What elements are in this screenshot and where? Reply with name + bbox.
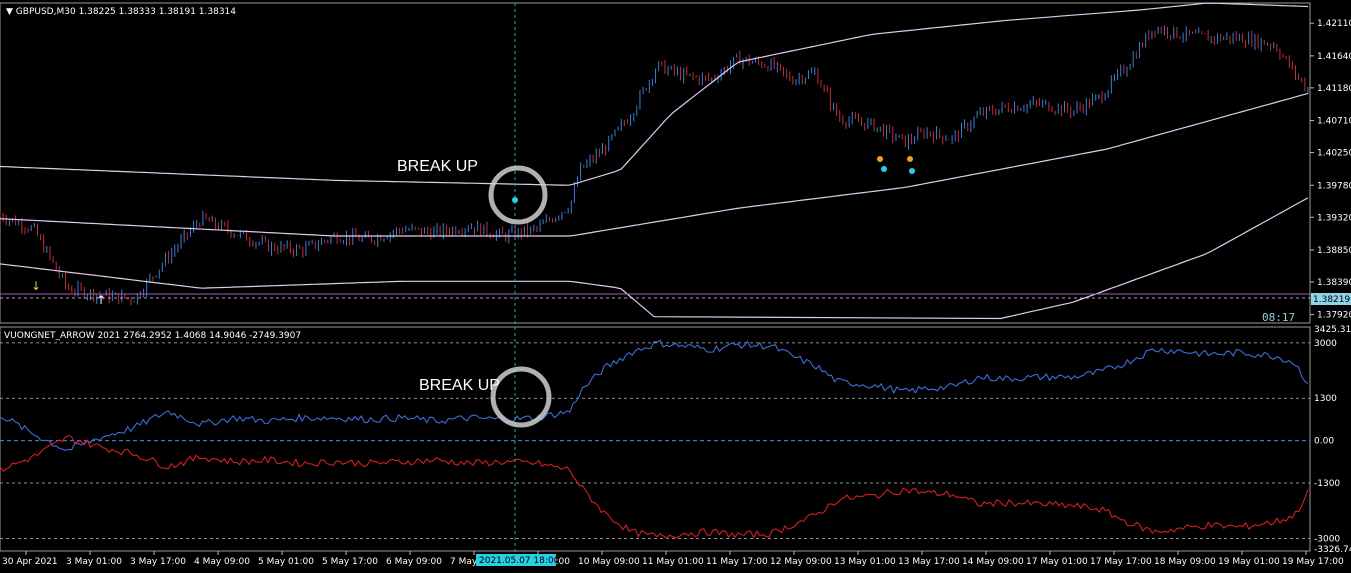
break-circle-indicator: [490, 366, 552, 428]
signal-dot-orange: [907, 156, 913, 162]
time-tick-label: 30 Apr 2021: [2, 557, 58, 567]
price-tick-label: 1.40250: [1317, 149, 1351, 159]
down-arrow-icon: ↓: [31, 279, 41, 293]
price-axis: 1.42110 1.41640 1.41180 1.40710 1.40250 1.397…: [1310, 19, 1351, 321]
time-tick-label: 3 May 01:00: [66, 557, 122, 567]
price-tick-label: 1.38850: [1317, 246, 1351, 256]
time-tick-label: 13 May 17:00: [898, 557, 960, 567]
indicator-tick-label: -1300: [1314, 479, 1340, 489]
collapse-triangle-icon: ▼: [6, 7, 16, 17]
price-tick-label: 1.38390: [1317, 278, 1351, 288]
time-tick-label: 13 May 01:00: [834, 557, 896, 567]
indicator-panel-frame: [0, 326, 1311, 552]
chart-symbol-header: ▼ GBPUSD,M30 1.38225 1.38333 1.38191 1.3…: [6, 7, 236, 17]
ohlc-values: 1.38225 1.38333 1.38191 1.38314: [79, 7, 237, 17]
time-tick-label: 14 May 09:00: [962, 557, 1024, 567]
indicator-tick-label: 3425.314: [1314, 325, 1351, 335]
red-line-series: [0, 434, 1309, 539]
break-circle-main: [488, 165, 548, 225]
break-up-label-main: BREAK UP: [397, 158, 478, 175]
time-tick-label: 19 May 17:00: [1282, 557, 1344, 567]
current-price-label: 1.38219: [1313, 295, 1350, 305]
time-tick-label: 17 May 17:00: [1090, 557, 1152, 567]
signal-dot: [512, 197, 518, 203]
indicator-tick-label: -3326.74: [1314, 545, 1351, 555]
indicator-tick-label: 0.00: [1314, 437, 1334, 447]
time-tick-label: 18 May 09:00: [1154, 557, 1216, 567]
up-arrow-icon: ↑: [96, 293, 106, 307]
time-tick-label: 19 May 01:00: [1218, 557, 1280, 567]
time-tick-label: 5 May 17:00: [322, 557, 378, 567]
envelope-lower: [0, 197, 1309, 320]
price-tick-label: 1.39780: [1317, 181, 1351, 191]
price-tick-label: 1.42110: [1317, 19, 1351, 29]
signal-dot-orange: [877, 156, 883, 162]
bar-countdown: 08:17: [1262, 311, 1295, 324]
crosshair-time-label: 2021.05.07 18:00: [479, 556, 560, 566]
candle-series: [0, 25, 1309, 306]
break-up-label-indicator: BREAK UP: [419, 377, 500, 394]
price-tick-label: 1.40710: [1317, 117, 1351, 127]
price-tick-label: 1.41180: [1317, 84, 1351, 94]
time-tick-label: 3 May 17:00: [130, 557, 186, 567]
indicator-tick-label: 3000: [1314, 339, 1337, 349]
indicator-tick-label: 1300: [1314, 394, 1337, 404]
envelope-middle: [0, 92, 1309, 237]
time-tick-label: 11 May 01:00: [642, 557, 704, 567]
indicator-tick-label: -3000: [1314, 534, 1340, 544]
signal-dot: [881, 166, 887, 172]
time-tick-label: 12 May 09:00: [770, 557, 832, 567]
signal-dot: [909, 168, 915, 174]
indicator-header: VUONGNET_ARROW 2021 2764.2952 1.4068 14.…: [4, 331, 301, 341]
time-tick-label: 5 May 01:00: [258, 557, 314, 567]
indicator-grid: [0, 342, 1310, 539]
main-panel-frame: [0, 2, 1311, 324]
price-tick-label: 1.39320: [1317, 213, 1351, 223]
time-tick-label: 17 May 01:00: [1026, 557, 1088, 567]
time-tick-label: 11 May 17:00: [706, 557, 768, 567]
envelope-upper: [0, 2, 1309, 186]
indicator-lines: [0, 339, 1309, 539]
blue-line-series: [0, 339, 1309, 451]
time-tick-label: 10 May 09:00: [578, 557, 640, 567]
indicator-axis: 3425.314 3000 1300 0.00 -1300 -3000-3326.74: [1314, 325, 1351, 555]
time-tick-label: 6 May 09:00: [386, 557, 442, 567]
price-tick-label: 1.41640: [1317, 52, 1351, 62]
trading-chart[interactable]: BREAK UP BREAK UP ↓ ↑ ▼ GBPUSD,M30 1.382…: [0, 0, 1351, 573]
envelope-bands: [0, 2, 1309, 320]
time-axis: 30 Apr 2021 3 May 01:00 3 May 17:00 4 May 0…: [2, 551, 1344, 567]
time-tick-label: 4 May 09:00: [194, 557, 250, 567]
price-tick-label: 1.37920: [1317, 311, 1351, 321]
